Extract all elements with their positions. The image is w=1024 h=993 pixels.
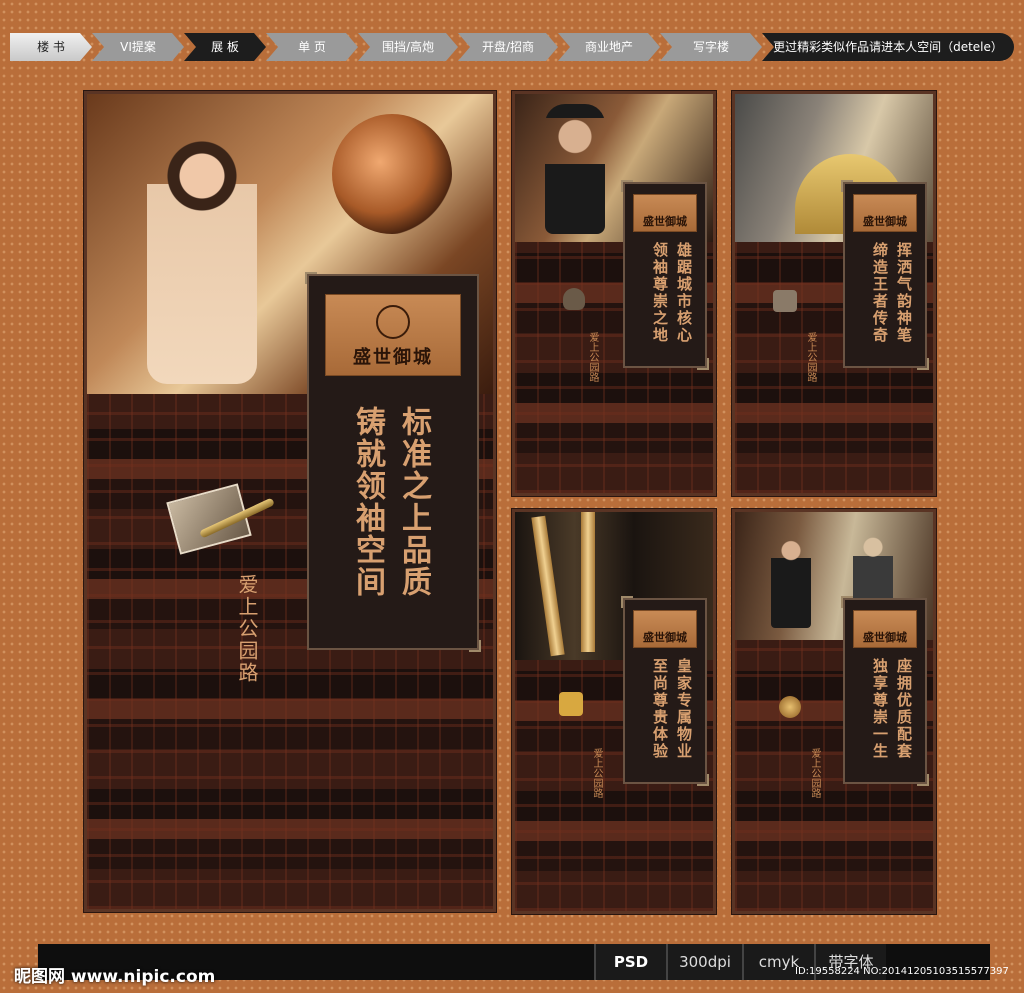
display-board-4: 盛世御城 座拥优质配套 独享尊崇一生 爱上公园路	[732, 509, 936, 914]
brand-logo: 盛世御城	[853, 194, 917, 232]
door-handle-right	[581, 512, 595, 652]
headline-line-1: 标准之上品质	[396, 406, 431, 598]
headline-line-2: 铸就领袖空间	[350, 406, 385, 598]
dpi-tag: 300dpi	[666, 944, 742, 980]
hat-icon	[563, 288, 585, 310]
site-watermark: 昵图网 www.nipic.com	[14, 967, 216, 987]
display-board-3: 盛世御城 皇家专属物业 至尚尊贵体验 爱上公园路	[512, 509, 716, 914]
display-board-2: 盛世御城 挥洒气韵神笔 缔造王者传奇 爱上公园路	[732, 91, 936, 496]
man-seated-1	[771, 538, 811, 628]
nav-item-commercial[interactable]: 商业地产	[558, 33, 660, 61]
crest-icon	[559, 692, 583, 716]
main-subtitle: 爱上公园路	[235, 574, 259, 684]
brand-logo: 盛世御城	[325, 294, 461, 376]
panel-1-card: 盛世御城 雄踞城市核心 领袖尊崇之地	[621, 180, 709, 370]
nav-item-vi[interactable]: VI提案	[92, 33, 184, 61]
main-display-board: 盛世御城 标准之上品质 铸就领袖空间 爱上公园路	[84, 91, 496, 912]
nav-item-display-board[interactable]: 展 板	[184, 33, 266, 61]
panel-2-card: 盛世御城 挥洒气韵神笔 缔造王者传奇	[841, 180, 929, 370]
gramophone-icon	[332, 114, 452, 234]
image-id: ID:19558224 NO:20141205103515577397	[795, 966, 1009, 977]
gentleman-figure	[545, 104, 605, 234]
nav-item-hoarding[interactable]: 围挡/高炮	[358, 33, 458, 61]
category-nav: 楼 书 VI提案 展 板 单 页 围挡/高炮 开盘/招商 商业地产 写字楼 更过…	[10, 33, 1014, 61]
nav-item-office[interactable]: 写字楼	[660, 33, 762, 61]
brand-logo: 盛世御城	[853, 610, 917, 648]
display-board-1: 盛世御城 雄踞城市核心 领袖尊崇之地 爱上公园路	[512, 91, 716, 496]
woman-figure	[147, 124, 257, 384]
door-handle-left	[531, 515, 565, 657]
format-tag: PSD	[594, 944, 666, 980]
nav-item-opening[interactable]: 开盘/招商	[458, 33, 558, 61]
gramophone-small-icon	[779, 696, 801, 718]
panel-4-card: 盛世御城 座拥优质配套 独享尊崇一生	[841, 596, 929, 786]
panel-3-card: 盛世御城 皇家专属物业 至尚尊贵体验	[621, 596, 709, 786]
nav-item-brochure[interactable]: 楼 书	[10, 33, 92, 61]
brand-logo: 盛世御城	[633, 194, 697, 232]
telephone-icon	[773, 290, 797, 312]
brand-logo: 盛世御城	[633, 610, 697, 648]
headline-card: 盛世御城 标准之上品质 铸就领袖空间	[305, 272, 481, 652]
nav-item-flyer[interactable]: 单 页	[266, 33, 358, 61]
emblem-icon	[376, 305, 410, 339]
more-works-link[interactable]: 更过精彩类似作品请进本人空间（detele）	[762, 33, 1014, 61]
